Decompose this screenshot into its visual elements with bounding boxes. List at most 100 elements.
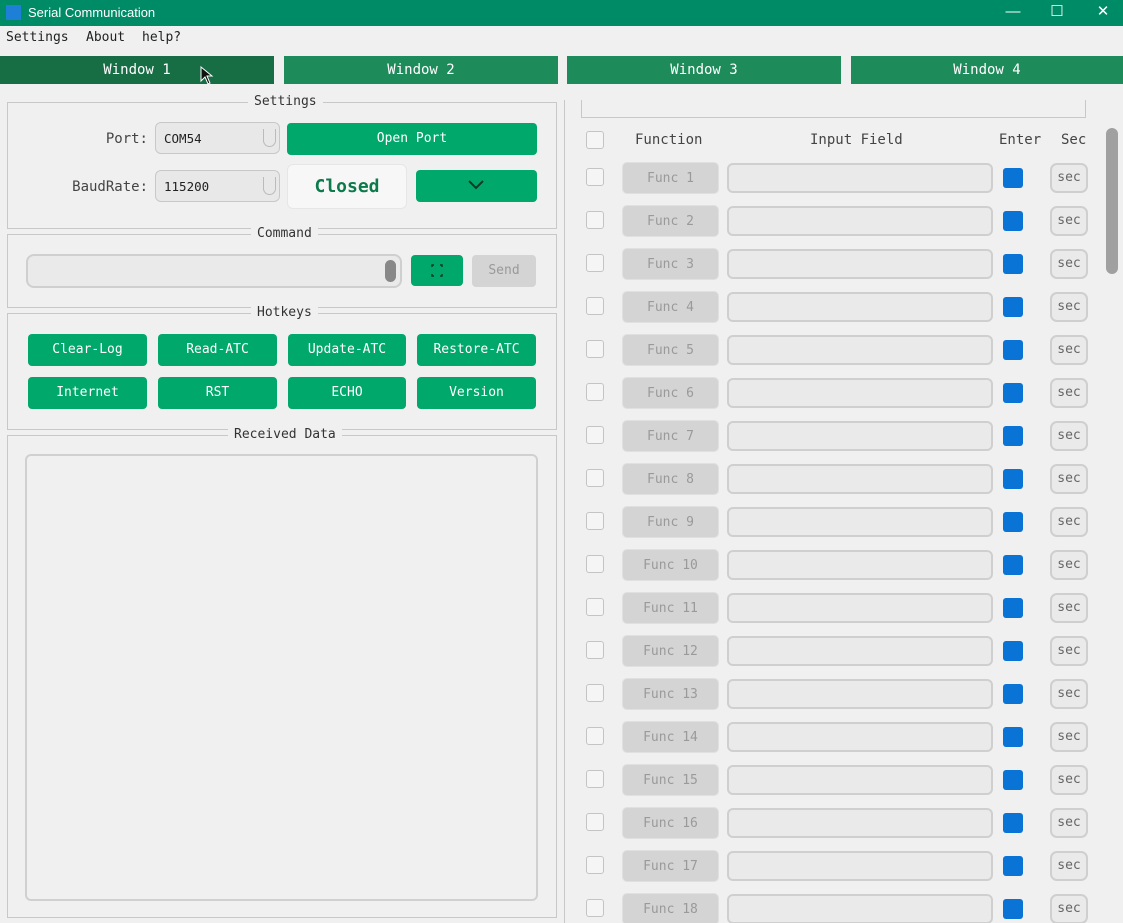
row-checkbox[interactable] (586, 512, 604, 530)
input-scroll-thumb[interactable] (385, 260, 396, 282)
enter-checkbox[interactable] (1003, 641, 1023, 661)
row-checkbox[interactable] (586, 641, 604, 659)
function-input[interactable] (727, 765, 993, 795)
function-button[interactable]: Func 12 (622, 635, 719, 667)
sec-button[interactable]: sec (1050, 206, 1088, 236)
sec-button[interactable]: sec (1050, 421, 1088, 451)
sec-button[interactable]: sec (1050, 722, 1088, 752)
sec-button[interactable]: sec (1050, 292, 1088, 322)
echo-button[interactable]: ECHO (288, 377, 406, 409)
enter-checkbox[interactable] (1003, 383, 1023, 403)
tab-window-2[interactable]: Window 2 (284, 56, 558, 84)
function-input[interactable] (727, 464, 993, 494)
function-input[interactable] (727, 550, 993, 580)
function-button[interactable]: Func 5 (622, 334, 719, 366)
function-button[interactable]: Func 15 (622, 764, 719, 796)
enter-checkbox[interactable] (1003, 555, 1023, 575)
open-port-button[interactable]: Open Port (287, 123, 537, 155)
send-button[interactable]: Send (472, 255, 536, 287)
enter-checkbox[interactable] (1003, 727, 1023, 747)
options-dropdown-button[interactable] (416, 170, 537, 202)
function-button[interactable]: Func 14 (622, 721, 719, 753)
function-input[interactable] (727, 378, 993, 408)
row-checkbox[interactable] (586, 684, 604, 702)
row-checkbox[interactable] (586, 555, 604, 573)
tab-window-3[interactable]: Window 3 (567, 56, 841, 84)
row-checkbox[interactable] (586, 598, 604, 616)
port-select[interactable]: COM54 (155, 122, 280, 154)
function-input[interactable] (727, 335, 993, 365)
received-data-area[interactable] (25, 454, 538, 901)
function-button[interactable]: Func 17 (622, 850, 719, 882)
enter-checkbox[interactable] (1003, 340, 1023, 360)
function-button[interactable]: Func 4 (622, 291, 719, 323)
row-checkbox[interactable] (586, 383, 604, 401)
enter-checkbox[interactable] (1003, 426, 1023, 446)
function-input[interactable] (727, 249, 993, 279)
function-button[interactable]: Func 18 (622, 893, 719, 923)
function-input[interactable] (727, 722, 993, 752)
sec-button[interactable]: sec (1050, 808, 1088, 838)
sec-button[interactable]: sec (1050, 679, 1088, 709)
close-button[interactable]: ✕ (1080, 0, 1123, 26)
clear-log-button[interactable]: Clear-Log (28, 334, 147, 366)
function-input[interactable] (727, 636, 993, 666)
sec-button[interactable]: sec (1050, 249, 1088, 279)
update-atc-button[interactable]: Update-ATC (288, 334, 406, 366)
row-checkbox[interactable] (586, 254, 604, 272)
menu-about[interactable]: About (86, 30, 125, 45)
enter-checkbox[interactable] (1003, 856, 1023, 876)
sec-button[interactable]: sec (1050, 335, 1088, 365)
sec-button[interactable]: sec (1050, 378, 1088, 408)
vertical-scrollbar[interactable] (1106, 100, 1123, 923)
function-button[interactable]: Func 10 (622, 549, 719, 581)
function-input[interactable] (727, 851, 993, 881)
tab-window-1[interactable]: Window 1 (0, 56, 274, 84)
minimize-button[interactable]: — (990, 0, 1036, 26)
enter-checkbox[interactable] (1003, 469, 1023, 489)
enter-checkbox[interactable] (1003, 211, 1023, 231)
function-input[interactable] (727, 894, 993, 923)
function-input[interactable] (727, 679, 993, 709)
sec-button[interactable]: sec (1050, 550, 1088, 580)
function-button[interactable]: Func 16 (622, 807, 719, 839)
enter-checkbox[interactable] (1003, 598, 1023, 618)
function-input[interactable] (727, 593, 993, 623)
sec-button[interactable]: sec (1050, 894, 1088, 923)
internet-button[interactable]: Internet (28, 377, 147, 409)
row-checkbox[interactable] (586, 770, 604, 788)
enter-checkbox[interactable] (1003, 684, 1023, 704)
enter-checkbox[interactable] (1003, 168, 1023, 188)
tab-window-4[interactable]: Window 4 (851, 56, 1123, 84)
rst-button[interactable]: RST (158, 377, 277, 409)
menu-settings[interactable]: Settings (6, 30, 69, 45)
function-input[interactable] (727, 206, 993, 236)
function-button[interactable]: Func 7 (622, 420, 719, 452)
sec-button[interactable]: sec (1050, 593, 1088, 623)
sec-button[interactable]: sec (1050, 636, 1088, 666)
row-checkbox[interactable] (586, 856, 604, 874)
row-checkbox[interactable] (586, 727, 604, 745)
row-checkbox[interactable] (586, 211, 604, 229)
sec-button[interactable]: sec (1050, 464, 1088, 494)
maximize-button[interactable]: ☐ (1034, 0, 1080, 26)
row-checkbox[interactable] (586, 168, 604, 186)
enter-checkbox[interactable] (1003, 770, 1023, 790)
sec-button[interactable]: sec (1050, 163, 1088, 193)
sec-button[interactable]: sec (1050, 765, 1088, 795)
function-input[interactable] (727, 163, 993, 193)
function-button[interactable]: Func 11 (622, 592, 719, 624)
menu-help[interactable]: help? (142, 30, 181, 45)
row-checkbox[interactable] (586, 426, 604, 444)
row-checkbox[interactable] (586, 297, 604, 315)
scrollbar-thumb[interactable] (1106, 128, 1118, 274)
version-button[interactable]: Version (417, 377, 536, 409)
baudrate-select[interactable]: 115200 (155, 170, 280, 202)
enter-checkbox[interactable] (1003, 297, 1023, 317)
sec-button[interactable]: sec (1050, 851, 1088, 881)
read-atc-button[interactable]: Read-ATC (158, 334, 277, 366)
function-button[interactable]: Func 1 (622, 162, 719, 194)
function-button[interactable]: Func 2 (622, 205, 719, 237)
function-input[interactable] (727, 421, 993, 451)
function-button[interactable]: Func 9 (622, 506, 719, 538)
